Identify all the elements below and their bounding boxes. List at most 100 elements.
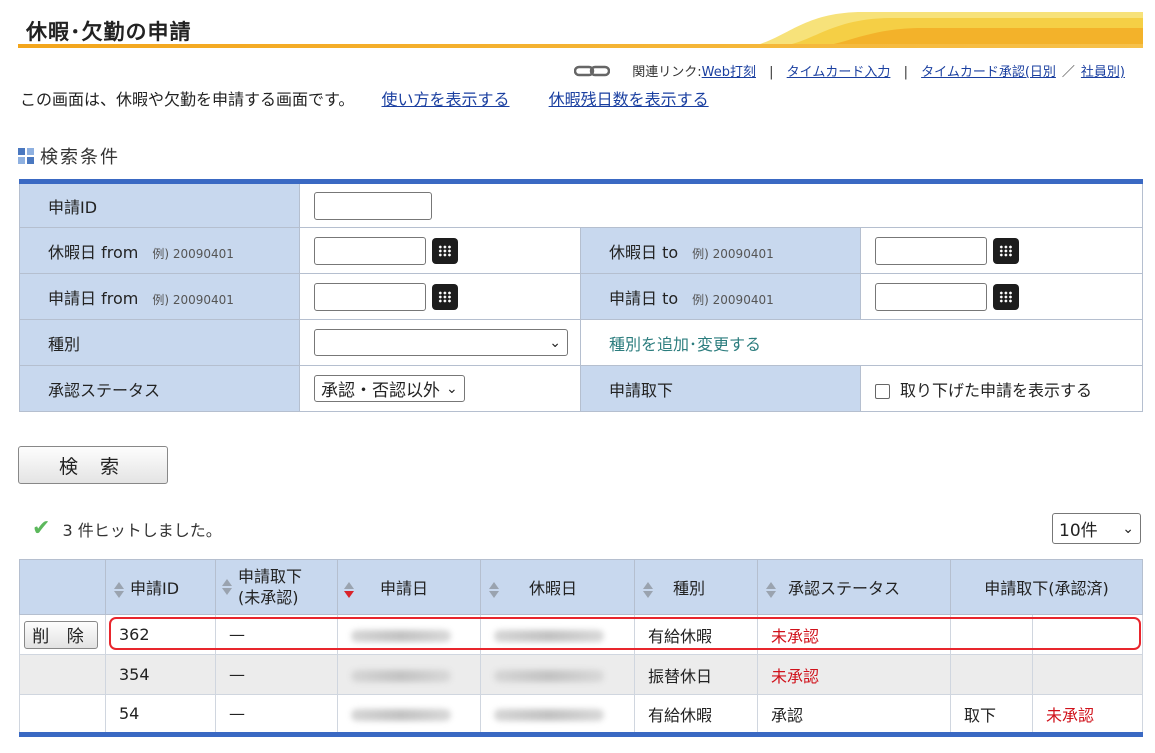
link-timecard-approve-employee[interactable]: 社員別) <box>1081 65 1125 80</box>
apply-from-input[interactable] <box>314 282 426 311</box>
label-type: 種別 <box>19 319 300 366</box>
chevron-down-icon: ⌄ <box>549 334 561 351</box>
col-leave-date[interactable]: 休暇日 <box>480 559 635 615</box>
sort-icon <box>222 578 232 596</box>
delete-button[interactable]: 削 除 <box>24 620 98 649</box>
label-leave-to: 休暇日 to 例) 20090401 <box>580 227 861 274</box>
link-show-usage[interactable]: 使い方を表示する <box>382 90 510 109</box>
separator: | <box>903 65 908 80</box>
apply-to-input[interactable] <box>875 282 987 311</box>
blurred-value <box>494 669 604 682</box>
cell-apply-date-blurred <box>337 614 481 655</box>
cell-status: 未承認 <box>757 654 951 695</box>
label-request-id: 申請ID <box>19 181 300 228</box>
blurred-value <box>351 708 451 721</box>
col-withdraw-approved: 申請取下(承認済) <box>950 559 1143 615</box>
cell-status: 承認 <box>757 694 951 735</box>
sort-desc-icon <box>344 581 354 599</box>
sort-icon <box>643 581 653 599</box>
link-chain-icon <box>573 65 611 81</box>
intro-text: この画面は、休暇や欠勤を申請する画面です。 <box>20 90 355 109</box>
calendar-icon[interactable] <box>432 237 458 264</box>
col-request-id[interactable]: 申請ID <box>105 559 216 615</box>
cell-id: 362 <box>105 614 216 655</box>
cell-withdraw-approved-1 <box>950 654 1033 695</box>
table-row[interactable]: 54 — 有給休暇 承認 取下 未承認 <box>19 694 1143 735</box>
label-leave-from: 休暇日 from 例) 20090401 <box>19 227 300 274</box>
status-select-value: 承認・否認以外 <box>321 381 440 401</box>
table-row[interactable]: 削 除 362 — 有給休暇 未承認 <box>19 614 1143 655</box>
type-select[interactable]: ⌄ <box>314 329 568 356</box>
title-swoosh-decoration <box>733 12 1143 48</box>
link-show-leave-balance[interactable]: 休暇残日数を表示する <box>549 90 709 109</box>
cell-withdraw-approved-1 <box>950 614 1033 655</box>
link-timecard-approve-daily[interactable]: タイムカード承認(日別 <box>921 65 1056 80</box>
table-row[interactable]: 354 — 振替休日 未承認 <box>19 654 1143 695</box>
example-text: 例) 20090401 <box>692 246 774 261</box>
calendar-icon[interactable] <box>993 237 1019 264</box>
cell-withdraw-approved-2 <box>1032 654 1143 695</box>
page-title-bar: 休暇･欠勤の申請 <box>18 10 1143 48</box>
leave-to-input[interactable] <box>875 236 987 265</box>
calendar-icon[interactable] <box>993 283 1019 310</box>
cell-type: 振替休日 <box>634 654 758 695</box>
link-timecard-input[interactable]: タイムカード入力 <box>787 65 891 80</box>
page-title: 休暇･欠勤の申請 <box>26 20 192 44</box>
related-links-label: 関連リンク: <box>632 65 702 80</box>
cell-type: 有給休暇 <box>634 614 758 655</box>
page-size-select[interactable]: 10件 ⌄ <box>1052 513 1141 544</box>
blurred-value <box>351 629 451 642</box>
label-withdraw: 申請取下 <box>580 365 861 412</box>
cell-apply-date-blurred <box>337 654 481 695</box>
status-select[interactable]: 承認・否認以外 ⌄ <box>314 375 465 402</box>
show-withdrawn-label: 取り下げた申請を表示する <box>900 380 1093 400</box>
chevron-down-icon: ⌄ <box>1122 520 1134 537</box>
label-apply-from: 申請日 from 例) 20090401 <box>19 273 300 320</box>
grid-squares-icon <box>18 148 34 164</box>
link-edit-types[interactable]: 種別を追加･変更する <box>609 335 761 354</box>
results-table: 申請ID 申請取下 (未承認) 申請日 休暇日 種別 承認ステータス 申請取下(… <box>19 559 1143 737</box>
example-text: 例) 20090401 <box>152 246 234 261</box>
leave-from-input[interactable] <box>314 236 426 265</box>
search-section-title: 検索条件 <box>40 147 120 168</box>
sort-icon <box>766 581 776 599</box>
blurred-value <box>351 669 451 682</box>
cell-withdraw-approved-2 <box>1032 614 1143 655</box>
link-web-punch[interactable]: Web打刻 <box>702 65 756 80</box>
col-status[interactable]: 承認ステータス <box>757 559 951 615</box>
search-button[interactable]: 検 索 <box>18 446 168 484</box>
sort-icon <box>114 581 124 599</box>
col-apply-date[interactable]: 申請日 <box>337 559 481 615</box>
sort-icon <box>489 581 499 599</box>
search-conditions-table: 申請ID 休暇日 from 例) 20090401 休暇日 to 例) 200904… <box>19 179 1143 412</box>
cell-leave-date-blurred <box>480 614 635 655</box>
separator: | <box>769 65 774 80</box>
results-header-row: 申請ID 申請取下 (未承認) 申請日 休暇日 種別 承認ステータス 申請取下(… <box>19 559 1143 615</box>
cell-withdraw-approved-2: 未承認 <box>1032 694 1143 735</box>
label-status: 承認ステータス <box>19 365 300 412</box>
related-links: 関連リンク:Web打刻 | タイムカード入力 | タイムカード承認(日別 ／ 社員別… <box>573 61 1125 81</box>
page-size-value: 10件 <box>1059 521 1098 541</box>
cell-withdraw-approved-1[interactable]: 取下 <box>950 694 1033 735</box>
blurred-value <box>494 708 604 721</box>
col-type[interactable]: 種別 <box>634 559 758 615</box>
cell-leave-date-blurred <box>480 654 635 695</box>
title-underline <box>18 44 1143 48</box>
search-section-header: 検索条件 <box>18 143 120 169</box>
cell-status: 未承認 <box>757 614 951 655</box>
chevron-down-icon: ⌄ <box>446 380 458 397</box>
show-withdrawn-checkbox[interactable] <box>875 383 890 399</box>
blurred-value <box>494 629 604 642</box>
request-id-input[interactable] <box>314 191 432 220</box>
col-withdraw-unapproved[interactable]: 申請取下 (未承認) <box>215 559 338 615</box>
cell-type: 有給休暇 <box>634 694 758 735</box>
cell-withdraw: — <box>215 614 338 655</box>
calendar-icon[interactable] <box>432 283 458 310</box>
example-text: 例) 20090401 <box>152 292 234 307</box>
hit-count-text: 3 件ヒットしました。 <box>62 520 222 540</box>
cell-leave-date-blurred <box>480 694 635 735</box>
cell-withdraw: — <box>215 694 338 735</box>
intro-line: この画面は、休暇や欠勤を申請する画面です。 使い方を表示する 休暇残日数を表示す… <box>20 86 709 110</box>
cell-apply-date-blurred <box>337 694 481 735</box>
checkmark-icon: ✔ <box>32 516 51 541</box>
